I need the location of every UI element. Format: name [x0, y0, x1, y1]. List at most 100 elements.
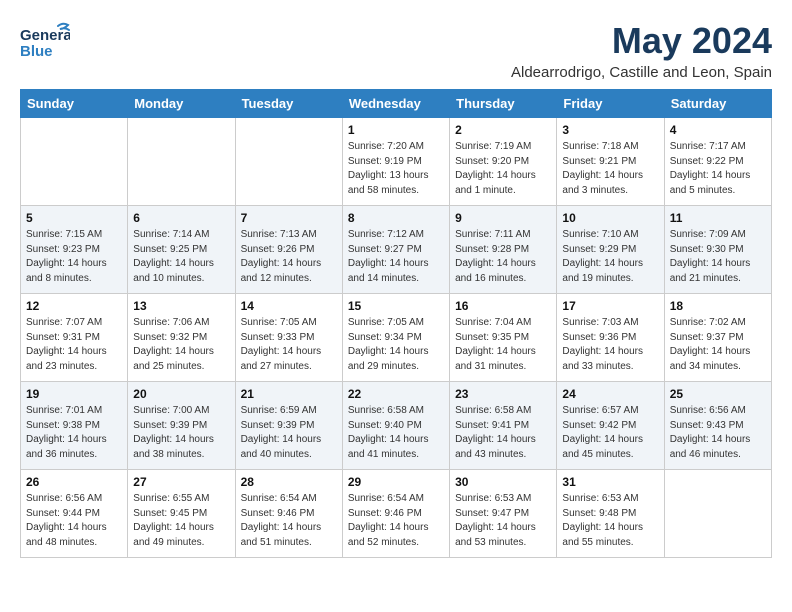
day-info: Sunrise: 7:05 AM Sunset: 9:34 PM Dayligh… [348, 316, 444, 374]
day-number: 3 [562, 123, 658, 137]
calendar-cell: 27 Sunrise: 6:55 AM Sunset: 9:45 PM Dayli… [128, 470, 235, 558]
calendar-cell: 17 Sunrise: 7:03 AM Sunset: 9:36 PM Dayli… [557, 294, 664, 382]
title-block: May 2024 Aldearrodrigo, Castille and Leo… [511, 20, 772, 81]
header-row: SundayMondayTuesdayWednesdayThursdayFrid… [21, 90, 772, 118]
day-number: 21 [241, 387, 337, 401]
calendar-header: SundayMondayTuesdayWednesdayThursdayFrid… [21, 90, 772, 118]
header-day-friday: Friday [557, 90, 664, 118]
day-info: Sunrise: 6:53 AM Sunset: 9:48 PM Dayligh… [562, 492, 658, 550]
calendar-cell: 12 Sunrise: 7:07 AM Sunset: 9:31 PM Dayli… [21, 294, 128, 382]
day-number: 26 [26, 475, 122, 489]
calendar-cell: 22 Sunrise: 6:58 AM Sunset: 9:40 PM Dayli… [342, 382, 449, 470]
calendar-cell: 15Sunrise: 7:05 AM Sunset: 9:34 PM Dayli… [342, 294, 449, 382]
day-number: 6 [133, 211, 229, 225]
day-info: Sunrise: 7:15 AM Sunset: 9:23 PM Dayligh… [26, 228, 122, 286]
day-number: 25 [670, 387, 766, 401]
day-number: 19 [26, 387, 122, 401]
calendar-cell: 24 Sunrise: 6:57 AM Sunset: 9:42 PM Dayli… [557, 382, 664, 470]
calendar-cell: 10 Sunrise: 7:10 AM Sunset: 9:29 PM Dayli… [557, 206, 664, 294]
calendar-cell: 19Sunrise: 7:01 AM Sunset: 9:38 PM Dayli… [21, 382, 128, 470]
day-number: 10 [562, 211, 658, 225]
day-info: Sunrise: 6:57 AM Sunset: 9:42 PM Dayligh… [562, 404, 658, 462]
day-number: 11 [670, 211, 766, 225]
day-info: Sunrise: 7:03 AM Sunset: 9:36 PM Dayligh… [562, 316, 658, 374]
calendar-cell: 18Sunrise: 7:02 AM Sunset: 9:37 PM Dayli… [664, 294, 771, 382]
calendar-cell: 25 Sunrise: 6:56 AM Sunset: 9:43 PM Dayli… [664, 382, 771, 470]
day-info: Sunrise: 7:12 AM Sunset: 9:27 PM Dayligh… [348, 228, 444, 286]
calendar-cell: 20 Sunrise: 7:00 AM Sunset: 9:39 PM Dayli… [128, 382, 235, 470]
calendar-cell: 6 Sunrise: 7:14 AM Sunset: 9:25 PM Daylig… [128, 206, 235, 294]
calendar-cell: 4Sunrise: 7:17 AM Sunset: 9:22 PM Daylig… [664, 118, 771, 206]
week-row-1: 1Sunrise: 7:20 AM Sunset: 9:19 PM Daylig… [21, 118, 772, 206]
week-row-5: 26 Sunrise: 6:56 AM Sunset: 9:44 PM Dayli… [21, 470, 772, 558]
day-info: Sunrise: 6:56 AM Sunset: 9:44 PM Dayligh… [26, 492, 122, 550]
calendar-cell: 28 Sunrise: 6:54 AM Sunset: 9:46 PM Dayli… [235, 470, 342, 558]
day-number: 17 [562, 299, 658, 313]
page-header: GeneralBlue May 2024 Aldearrodrigo, Cast… [20, 20, 772, 81]
month-year-title: May 2024 [511, 20, 772, 62]
day-info: Sunrise: 7:19 AM Sunset: 9:20 PM Dayligh… [455, 140, 551, 198]
day-number: 24 [562, 387, 658, 401]
day-number: 9 [455, 211, 551, 225]
calendar-cell: 9Sunrise: 7:11 AM Sunset: 9:28 PM Daylig… [450, 206, 557, 294]
day-info: Sunrise: 7:14 AM Sunset: 9:25 PM Dayligh… [133, 228, 229, 286]
calendar-cell: 23Sunrise: 6:58 AM Sunset: 9:41 PM Dayli… [450, 382, 557, 470]
calendar-cell: 14 Sunrise: 7:05 AM Sunset: 9:33 PM Dayli… [235, 294, 342, 382]
logo: GeneralBlue [20, 20, 70, 65]
calendar-cell: 2 Sunrise: 7:19 AM Sunset: 9:20 PM Daylig… [450, 118, 557, 206]
day-info: Sunrise: 7:18 AM Sunset: 9:21 PM Dayligh… [562, 140, 658, 198]
calendar-cell: 3 Sunrise: 7:18 AM Sunset: 9:21 PM Daylig… [557, 118, 664, 206]
day-info: Sunrise: 7:17 AM Sunset: 9:22 PM Dayligh… [670, 140, 766, 198]
day-number: 30 [455, 475, 551, 489]
day-number: 20 [133, 387, 229, 401]
day-number: 14 [241, 299, 337, 313]
day-info: Sunrise: 7:10 AM Sunset: 9:29 PM Dayligh… [562, 228, 658, 286]
day-info: Sunrise: 7:09 AM Sunset: 9:30 PM Dayligh… [670, 228, 766, 286]
day-info: Sunrise: 6:55 AM Sunset: 9:45 PM Dayligh… [133, 492, 229, 550]
day-info: Sunrise: 6:59 AM Sunset: 9:39 PM Dayligh… [241, 404, 337, 462]
calendar-cell: 11 Sunrise: 7:09 AM Sunset: 9:30 PM Dayli… [664, 206, 771, 294]
calendar-table: SundayMondayTuesdayWednesdayThursdayFrid… [20, 89, 772, 558]
header-day-saturday: Saturday [664, 90, 771, 118]
calendar-cell [235, 118, 342, 206]
header-day-thursday: Thursday [450, 90, 557, 118]
calendar-cell: 5 Sunrise: 7:15 AM Sunset: 9:23 PM Daylig… [21, 206, 128, 294]
header-day-tuesday: Tuesday [235, 90, 342, 118]
calendar-cell: 31 Sunrise: 6:53 AM Sunset: 9:48 PM Dayli… [557, 470, 664, 558]
day-number: 16 [455, 299, 551, 313]
day-number: 27 [133, 475, 229, 489]
day-number: 22 [348, 387, 444, 401]
header-day-wednesday: Wednesday [342, 90, 449, 118]
day-number: 5 [26, 211, 122, 225]
day-info: Sunrise: 7:00 AM Sunset: 9:39 PM Dayligh… [133, 404, 229, 462]
week-row-3: 12 Sunrise: 7:07 AM Sunset: 9:31 PM Dayli… [21, 294, 772, 382]
day-info: Sunrise: 6:56 AM Sunset: 9:43 PM Dayligh… [670, 404, 766, 462]
calendar-cell: 8Sunrise: 7:12 AM Sunset: 9:27 PM Daylig… [342, 206, 449, 294]
calendar-cell [664, 470, 771, 558]
location-subtitle: Aldearrodrigo, Castille and Leon, Spain [511, 64, 772, 81]
calendar-cell [128, 118, 235, 206]
calendar-cell [21, 118, 128, 206]
day-info: Sunrise: 7:05 AM Sunset: 9:33 PM Dayligh… [241, 316, 337, 374]
day-number: 13 [133, 299, 229, 313]
day-number: 18 [670, 299, 766, 313]
week-row-2: 5 Sunrise: 7:15 AM Sunset: 9:23 PM Daylig… [21, 206, 772, 294]
day-number: 12 [26, 299, 122, 313]
day-info: Sunrise: 7:04 AM Sunset: 9:35 PM Dayligh… [455, 316, 551, 374]
calendar-cell: 26 Sunrise: 6:56 AM Sunset: 9:44 PM Dayli… [21, 470, 128, 558]
calendar-cell: 1Sunrise: 7:20 AM Sunset: 9:19 PM Daylig… [342, 118, 449, 206]
day-number: 31 [562, 475, 658, 489]
day-info: Sunrise: 7:07 AM Sunset: 9:31 PM Dayligh… [26, 316, 122, 374]
day-info: Sunrise: 6:54 AM Sunset: 9:46 PM Dayligh… [241, 492, 337, 550]
svg-text:Blue: Blue [20, 43, 53, 60]
day-info: Sunrise: 6:54 AM Sunset: 9:46 PM Dayligh… [348, 492, 444, 550]
week-row-4: 19Sunrise: 7:01 AM Sunset: 9:38 PM Dayli… [21, 382, 772, 470]
day-number: 2 [455, 123, 551, 137]
day-number: 23 [455, 387, 551, 401]
calendar-cell: 21 Sunrise: 6:59 AM Sunset: 9:39 PM Dayli… [235, 382, 342, 470]
calendar-cell: 16 Sunrise: 7:04 AM Sunset: 9:35 PM Dayli… [450, 294, 557, 382]
day-info: Sunrise: 6:58 AM Sunset: 9:40 PM Dayligh… [348, 404, 444, 462]
day-number: 28 [241, 475, 337, 489]
day-info: Sunrise: 6:53 AM Sunset: 9:47 PM Dayligh… [455, 492, 551, 550]
calendar-cell: 29Sunrise: 6:54 AM Sunset: 9:46 PM Dayli… [342, 470, 449, 558]
